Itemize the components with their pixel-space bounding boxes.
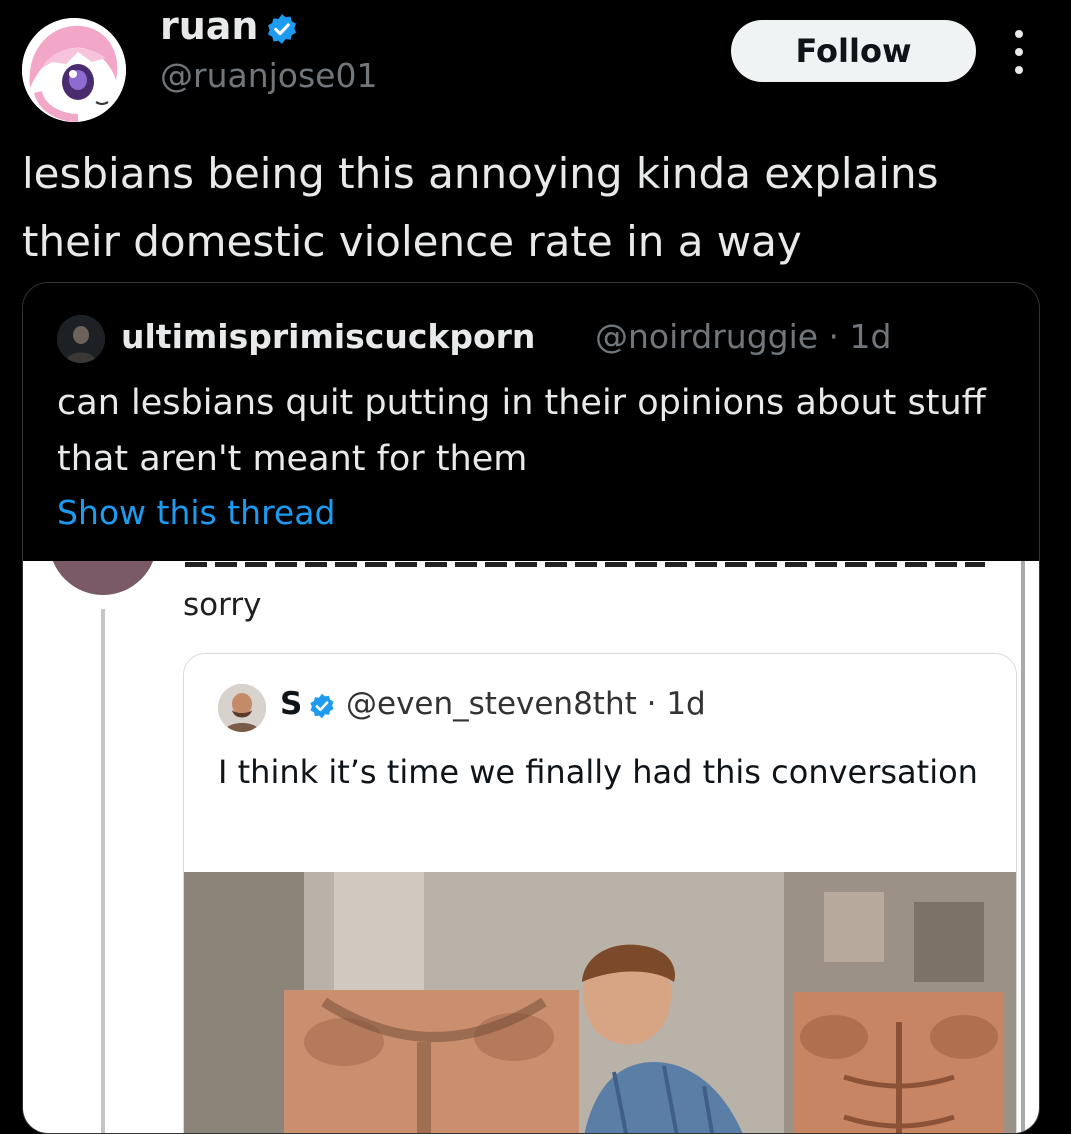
quoted-post-card[interactable]: ultimisprimiscuckporn @noirdruggie · 1d … bbox=[22, 282, 1040, 1134]
screenshot-reply-avatar bbox=[49, 561, 157, 595]
inner-meme-image bbox=[184, 872, 1016, 1133]
attached-screenshot-image[interactable]: sorry S @even_steven8tht · 1d I think it… bbox=[23, 561, 1039, 1133]
quoted-author-handle[interactable]: @noirdruggie · 1d bbox=[595, 317, 891, 356]
screenshot-thread-line bbox=[101, 609, 105, 1133]
follow-button[interactable]: Follow bbox=[731, 20, 976, 82]
screenshot-reply-text: sorry bbox=[183, 587, 262, 623]
show-thread-link[interactable]: Show this thread bbox=[57, 493, 335, 532]
author-handle[interactable]: @ruanjose01 bbox=[160, 56, 377, 95]
more-options-icon[interactable] bbox=[1008, 30, 1030, 74]
screenshot-inner-quote: S @even_steven8tht · 1d I think it’s tim… bbox=[183, 653, 1017, 1133]
post-text: lesbians being this annoying kinda expla… bbox=[22, 149, 939, 266]
author-name[interactable]: ruan bbox=[160, 4, 259, 48]
inner-post-text: I think it’s time we finally had this co… bbox=[218, 753, 978, 791]
quoted-post-text: can lesbians quit putting in their opini… bbox=[57, 383, 986, 479]
screenshot-edge bbox=[1021, 561, 1025, 1133]
quoted-author-avatar[interactable] bbox=[57, 315, 105, 363]
inner-author-handle: @even_steven8tht · 1d bbox=[346, 686, 706, 722]
inner-author-avatar bbox=[218, 684, 266, 732]
inner-verified-badge-icon bbox=[308, 692, 336, 720]
inner-author-name: S bbox=[280, 686, 303, 722]
quoted-author-name[interactable]: ultimisprimiscuckporn bbox=[121, 317, 535, 356]
screenshot-cropped-text bbox=[185, 561, 985, 573]
author-avatar[interactable] bbox=[22, 18, 126, 122]
verified-badge-icon bbox=[265, 12, 299, 46]
